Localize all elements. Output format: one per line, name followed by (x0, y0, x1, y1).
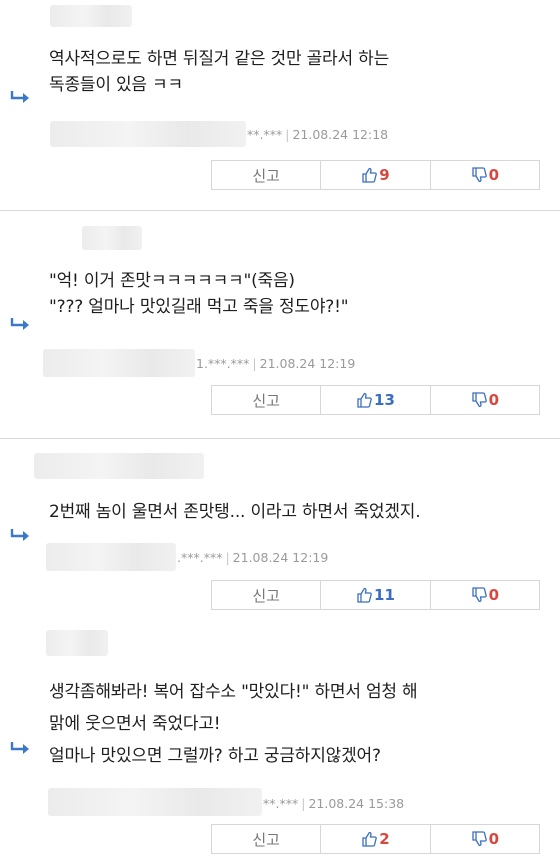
comment-actions: 신고 2 0 (211, 824, 540, 854)
like-button[interactable]: 9 (321, 161, 431, 189)
comment-divider (0, 210, 560, 211)
comment-actions: 신고 13 0 (211, 385, 540, 415)
comment-text: "억! 이거 존맛ㅋㅋㅋㅋㅋㅋ"(죽음) "??? 얼마나 맛있길래 먹고 죽을… (49, 271, 349, 317)
thumbs-down-icon (471, 831, 487, 847)
thumbs-up-icon (357, 392, 372, 408)
comment-divider (0, 438, 560, 439)
ip-blurred (43, 349, 195, 377)
dislike-count: 0 (488, 391, 500, 409)
report-button[interactable]: 신고 (212, 825, 322, 853)
dislike-count: 0 (488, 830, 500, 848)
like-count: 11 (374, 586, 395, 604)
like-button[interactable]: 13 (321, 386, 431, 414)
username-blurred (34, 453, 204, 479)
thumbs-up-icon (357, 587, 372, 603)
comment-text: 생각좀해봐라! 복어 잡수소 "맛있다!" 하면서 엄청 해 맑에 웃으면서 죽… (49, 682, 418, 766)
username-blurred (46, 630, 108, 656)
dislike-button[interactable]: 0 (431, 825, 539, 853)
like-count: 9 (379, 166, 390, 184)
dislike-button[interactable]: 0 (431, 161, 539, 189)
dislike-button[interactable]: 0 (431, 386, 539, 414)
like-count: 13 (374, 391, 395, 409)
ip-blurred (46, 543, 176, 571)
comment-actions: 신고 9 0 (211, 160, 540, 190)
report-button[interactable]: 신고 (212, 161, 322, 189)
reply-arrow-icon (10, 529, 29, 541)
dislike-count: 0 (488, 166, 500, 184)
comment-meta: **.*** | 21.08.24 15:38 (263, 796, 405, 811)
thumbs-up-icon (362, 167, 378, 183)
thumbs-down-icon (471, 167, 487, 183)
reply-arrow-icon (10, 742, 29, 754)
like-button[interactable]: 11 (321, 581, 431, 609)
dislike-count: 0 (488, 586, 500, 604)
like-button[interactable]: 2 (321, 825, 431, 853)
ip-blurred (48, 788, 262, 816)
comment-text: 2번째 놈이 울면서 존맛탱... 이라고 하면서 죽었겠지. (49, 502, 421, 522)
like-count: 2 (379, 830, 390, 848)
report-button[interactable]: 신고 (212, 581, 322, 609)
reply-arrow-icon (10, 91, 29, 103)
reply-arrow-icon (10, 318, 29, 330)
report-button[interactable]: 신고 (212, 386, 322, 414)
comment-meta: 1.***.*** | 21.08.24 12:19 (196, 356, 356, 371)
username-blurred (82, 226, 142, 250)
comment-meta: .***.*** | 21.08.24 12:19 (177, 550, 329, 565)
thumbs-up-icon (362, 831, 378, 847)
comment-actions: 신고 11 0 (211, 580, 540, 610)
thumbs-down-icon (471, 587, 487, 603)
dislike-button[interactable]: 0 (431, 581, 539, 609)
ip-blurred (50, 121, 246, 147)
thumbs-down-icon (471, 392, 487, 408)
comment-meta: **.*** | 21.08.24 12:18 (247, 127, 389, 142)
comment-text: 역사적으로도 하면 뒤질거 같은 것만 골라서 하는 독종들이 있음 ㅋㅋ (49, 49, 390, 95)
username-blurred (50, 5, 132, 27)
